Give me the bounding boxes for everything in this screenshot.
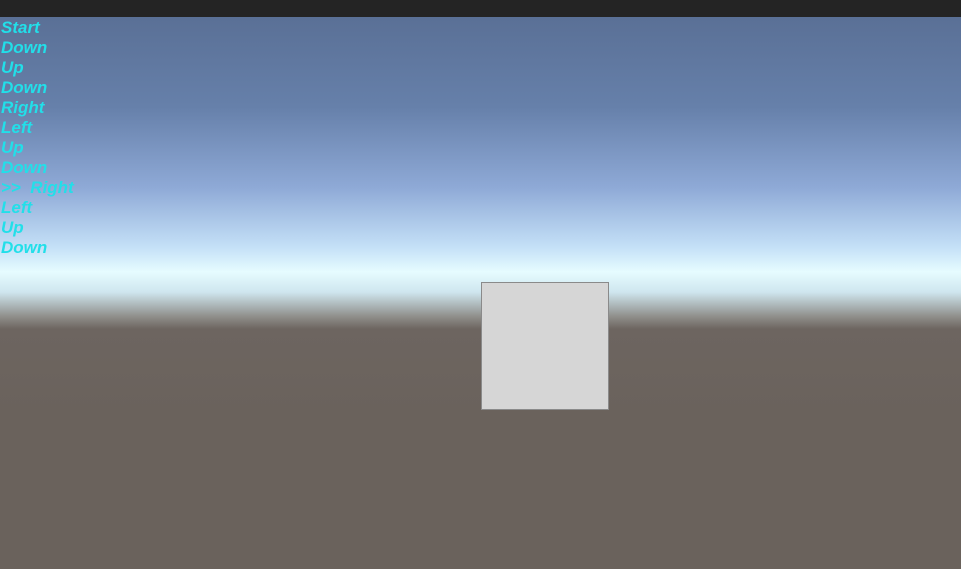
log-item: Start — [1, 18, 40, 37]
log-item: Down — [1, 158, 48, 177]
log-item: Down — [1, 38, 48, 57]
log-item: Up — [1, 58, 24, 77]
log-item: Left — [1, 198, 33, 217]
move-log: Start Down Up Down Right Left Up Down >>… — [1, 18, 74, 258]
editor-toolbar — [0, 0, 961, 17]
cube — [481, 282, 609, 410]
log-item-current: >> Right — [1, 178, 74, 197]
log-item: Left — [1, 118, 33, 137]
log-item: Right — [1, 98, 45, 117]
log-item: Down — [1, 78, 48, 97]
log-item: Up — [1, 218, 24, 237]
log-item: Down — [1, 238, 48, 257]
log-item: Up — [1, 138, 24, 157]
